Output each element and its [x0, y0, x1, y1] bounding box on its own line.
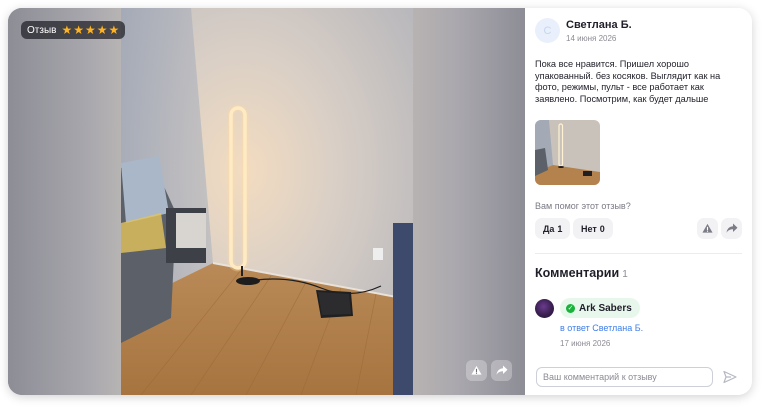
star-icon: ★	[73, 23, 84, 37]
vote-no-count: 0	[599, 223, 605, 234]
review-author-avatar: С	[535, 18, 560, 43]
review-photo	[121, 8, 413, 395]
review-report-button[interactable]	[697, 218, 718, 239]
photo-blur-left	[8, 8, 121, 395]
review-sidebar: С Светлана Б. 14 июня 2026 Пока все нрав…	[525, 8, 752, 395]
vote-no-label: Нет	[581, 223, 597, 234]
star-icon: ★	[108, 23, 120, 37]
comments-count: 1	[622, 269, 628, 280]
section-divider	[535, 253, 742, 254]
send-icon	[723, 370, 737, 384]
star-icon: ★	[61, 23, 73, 37]
report-icon	[471, 365, 482, 375]
star-rating: ★ ★ ★ ★ ★	[61, 24, 119, 36]
comments-title: Комментарии	[535, 266, 620, 280]
share-icon	[726, 223, 737, 233]
comments-heading: Комментарии 1	[535, 266, 628, 280]
photo-blur-right	[412, 8, 525, 395]
comment-author-avatar[interactable]	[535, 299, 554, 318]
vote-yes-count: 1	[557, 223, 563, 234]
comment-input[interactable]	[536, 367, 713, 387]
comment-author-name: Ark Sabers	[579, 302, 632, 314]
rating-badge: Отзыв ★ ★ ★ ★ ★	[21, 21, 126, 39]
vote-yes-button[interactable]: Да 1	[535, 218, 571, 239]
review-photo-thumbnail[interactable]	[535, 120, 600, 185]
comment-date: 17 июня 2026	[560, 339, 611, 348]
star-icon: ★	[96, 23, 108, 37]
rating-label: Отзыв	[27, 24, 57, 36]
verified-check-icon: ✓	[566, 303, 575, 313]
review-photo-viewer: Отзыв ★ ★ ★ ★ ★	[8, 8, 525, 395]
review-date: 14 июня 2026	[566, 34, 617, 43]
vote-yes-label: Да	[543, 223, 555, 234]
star-icon: ★	[84, 23, 96, 37]
helpful-question: Вам помог этот отзыв?	[535, 201, 631, 211]
report-icon	[702, 223, 713, 233]
share-icon	[496, 365, 507, 375]
review-author-name: Светлана Б.	[566, 19, 632, 31]
send-comment-button[interactable]	[721, 368, 739, 386]
review-modal: Отзыв ★ ★ ★ ★ ★ С Светлана Б. 14 июня 20…	[8, 8, 752, 395]
vote-no-button[interactable]: Нет 0	[573, 218, 613, 239]
review-share-button[interactable]	[721, 218, 742, 239]
comment-author-badge[interactable]: ✓ Ark Sabers	[560, 298, 640, 318]
photo-share-button[interactable]	[491, 360, 512, 381]
comment-reply-to-link[interactable]: в ответ Светлана Б.	[560, 323, 643, 333]
review-text: Пока все нравится. Пришел хорошо упакова…	[535, 59, 721, 104]
photo-report-button[interactable]	[466, 360, 487, 381]
